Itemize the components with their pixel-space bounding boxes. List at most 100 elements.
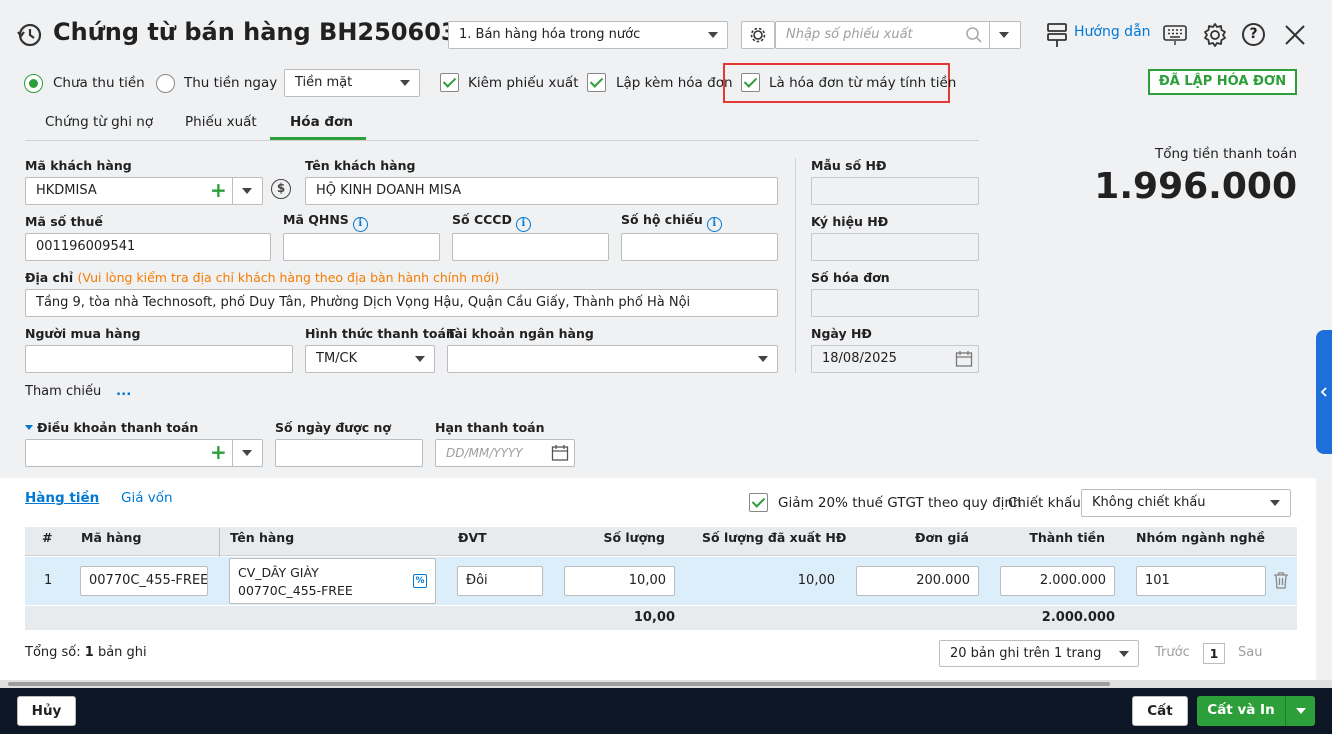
dollar-icon[interactable]: $ bbox=[271, 179, 291, 199]
bank-account-select[interactable] bbox=[447, 345, 778, 373]
tab-cost[interactable]: Giá vốn bbox=[121, 490, 173, 506]
chevron-down-icon[interactable] bbox=[242, 188, 252, 194]
percent-icon[interactable]: % bbox=[413, 574, 427, 588]
customer-code-input[interactable]: HKDMISA bbox=[25, 177, 263, 205]
address-input[interactable]: Tầng 9, tòa nhà Technosoft, phố Duy Tân,… bbox=[25, 289, 778, 317]
row-name-value: CV_DÂY GIÀY 00770C_455-FREE bbox=[238, 565, 353, 598]
check-export-label: Kiêm phiếu xuất bbox=[468, 75, 579, 91]
chevron-down-icon bbox=[1119, 651, 1129, 657]
prev-page-button[interactable]: Trước bbox=[1155, 645, 1190, 660]
side-panel-toggle[interactable] bbox=[1316, 330, 1332, 454]
next-page-button[interactable]: Sau bbox=[1238, 645, 1262, 660]
divider bbox=[232, 178, 233, 204]
horizontal-scrollbar[interactable] bbox=[0, 680, 1332, 688]
tab-export-slip[interactable]: Phiếu xuất bbox=[185, 114, 257, 130]
row-name-input[interactable]: CV_DÂY GIÀY 00770C_455-FREE bbox=[229, 558, 436, 604]
tax-code-input[interactable]: 001196009541 bbox=[25, 233, 271, 261]
save-options-button[interactable] bbox=[1285, 696, 1315, 726]
guide-icon[interactable] bbox=[1045, 22, 1069, 52]
vat-reduce-checkbox[interactable] bbox=[749, 493, 768, 512]
row-group-input[interactable]: 101 bbox=[1136, 566, 1266, 596]
tab-money[interactable]: Hàng tiền bbox=[25, 490, 99, 506]
invoice-form-input bbox=[811, 177, 979, 205]
col-price: Đơn giá bbox=[915, 530, 969, 545]
add-terms-icon[interactable]: + bbox=[210, 442, 227, 462]
row-unit-input[interactable]: Đôi bbox=[457, 566, 543, 596]
sale-type-value: 1. Bán hàng hóa trong nước bbox=[459, 27, 641, 42]
address-note: (Vui lòng kiểm tra địa chỉ khách hàng th… bbox=[77, 270, 500, 285]
unpaid-radio[interactable] bbox=[24, 74, 43, 93]
help-icon[interactable]: ? bbox=[1242, 23, 1265, 46]
voucher-search-input[interactable]: Nhập số phiếu xuất bbox=[775, 21, 1021, 49]
calendar-icon[interactable] bbox=[551, 444, 569, 466]
record-count-prefix: Tổng số: bbox=[25, 645, 81, 660]
credit-days-label: Số ngày được nợ bbox=[275, 420, 392, 435]
invoice-date-value: 18/08/2025 bbox=[822, 351, 897, 366]
cash-register-checkbox[interactable] bbox=[741, 73, 760, 92]
cancel-button[interactable]: Hủy bbox=[17, 696, 76, 726]
save-button[interactable]: Cất bbox=[1132, 696, 1188, 726]
tab-debit-voucher[interactable]: Chứng từ ghi nợ bbox=[45, 114, 153, 130]
qhns-label-text: Mã QHNS bbox=[283, 212, 349, 227]
buyer-input[interactable] bbox=[25, 345, 293, 373]
due-date-placeholder: DD/MM/YYYY bbox=[446, 446, 523, 460]
info-icon[interactable]: i bbox=[706, 217, 722, 232]
discount-label: Chiết khấu bbox=[1008, 495, 1081, 511]
scrollbar-thumb[interactable] bbox=[8, 682, 1110, 686]
sum-amount: 2.000.000 bbox=[1041, 610, 1115, 625]
invoice-symbol-label: Ký hiệu HĐ bbox=[811, 214, 889, 229]
vat-reduce-label: Giảm 20% thuế GTGT theo quy định bbox=[778, 495, 1022, 511]
due-date-label: Hạn thanh toán bbox=[435, 420, 545, 435]
tab-invoice[interactable]: Hóa đơn bbox=[290, 114, 353, 130]
trash-icon[interactable] bbox=[1273, 571, 1289, 593]
chevron-down-icon[interactable] bbox=[242, 450, 252, 456]
discount-select[interactable]: Không chiết khấu bbox=[1081, 489, 1291, 517]
paid-now-radio[interactable] bbox=[156, 74, 175, 93]
chevron-down-icon bbox=[708, 32, 718, 38]
history-icon[interactable] bbox=[16, 22, 42, 48]
add-customer-icon[interactable]: + bbox=[210, 180, 227, 200]
passport-input[interactable] bbox=[621, 233, 778, 261]
invoice-date-label: Ngày HĐ bbox=[811, 326, 872, 341]
invoice-number-label: Số hóa đơn bbox=[811, 270, 890, 285]
info-icon[interactable]: i bbox=[352, 217, 368, 232]
cccd-input[interactable] bbox=[452, 233, 609, 261]
sale-type-select[interactable]: 1. Bán hàng hóa trong nước bbox=[448, 21, 728, 49]
row-price-input[interactable]: 200.000 bbox=[856, 566, 979, 596]
divider bbox=[989, 22, 990, 48]
reference-more-link[interactable]: ... bbox=[116, 383, 131, 399]
reference-label: Tham chiếu bbox=[25, 384, 102, 399]
collapse-caret-icon[interactable] bbox=[25, 425, 33, 430]
current-page[interactable]: 1 bbox=[1203, 643, 1225, 664]
chevron-down-icon bbox=[1270, 500, 1280, 506]
info-icon[interactable]: i bbox=[515, 217, 531, 232]
passport-label: Số hộ chiếu i bbox=[621, 212, 722, 232]
save-print-button[interactable]: Cất và In bbox=[1197, 696, 1285, 726]
row-code-value: 00770C_455-FREE bbox=[89, 573, 208, 588]
check-export-checkbox[interactable] bbox=[440, 73, 459, 92]
page-size-select[interactable]: 20 bản ghi trên 1 trang bbox=[939, 640, 1139, 667]
customer-name-label: Tên khách hàng bbox=[305, 158, 416, 173]
payment-terms-input[interactable] bbox=[25, 439, 263, 467]
chevron-down-icon[interactable] bbox=[999, 32, 1009, 38]
vertical-divider bbox=[795, 158, 796, 373]
keyboard-icon[interactable] bbox=[1163, 24, 1187, 50]
col-index: # bbox=[42, 530, 53, 545]
chevron-down-icon bbox=[758, 356, 768, 362]
credit-days-input[interactable] bbox=[275, 439, 423, 467]
with-invoice-checkbox[interactable] bbox=[587, 73, 606, 92]
guide-link[interactable]: Hướng dẫn bbox=[1074, 24, 1151, 40]
calendar-icon bbox=[955, 350, 973, 372]
close-icon[interactable] bbox=[1284, 24, 1306, 50]
settings-small-button[interactable] bbox=[741, 21, 775, 49]
customer-code-value: HKDMISA bbox=[36, 183, 97, 198]
total-value: 1.996.000 bbox=[1094, 166, 1297, 207]
row-amount-input[interactable]: 2.000.000 bbox=[1000, 566, 1115, 596]
customer-name-input[interactable]: HỘ KINH DOANH MISA bbox=[305, 177, 778, 205]
qhns-input[interactable] bbox=[283, 233, 440, 261]
row-qty-input[interactable]: 10,00 bbox=[564, 566, 675, 596]
settings-icon[interactable] bbox=[1202, 22, 1228, 52]
col-amount: Thành tiền bbox=[1029, 530, 1105, 545]
search-icon[interactable] bbox=[965, 26, 983, 48]
row-code-input[interactable]: 00770C_455-FREE bbox=[80, 566, 208, 596]
